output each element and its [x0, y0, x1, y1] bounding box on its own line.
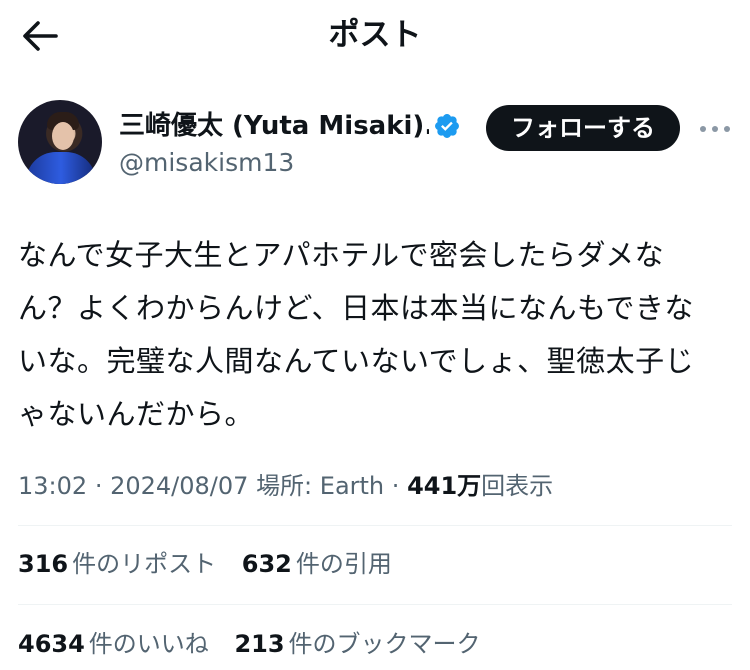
meta-separator: ·	[94, 472, 103, 500]
more-dot	[700, 126, 706, 132]
more-dot	[724, 126, 730, 132]
post-text: なんで女子大生とアパホテルで密会したらダメなん？よくわからんけど、日本は本当にな…	[18, 238, 695, 431]
divider	[18, 525, 732, 526]
likes-count: 4634	[18, 630, 85, 658]
reposts-link[interactable]: 316 件のリポスト	[18, 547, 216, 581]
top-bar: ポスト	[0, 0, 750, 70]
verified-badge-icon	[435, 114, 459, 138]
author-display-name[interactable]: 三崎優太 (Yuta Misaki)...	[119, 108, 429, 144]
bookmarks-label: 件のブックマーク	[288, 630, 481, 658]
post-location: 場所: Earth	[256, 472, 385, 500]
meta-separator: ·	[391, 472, 400, 500]
page-title: ポスト	[328, 17, 422, 53]
divider	[18, 604, 732, 605]
likes-label: 件のいいね	[88, 630, 209, 658]
views-count[interactable]: 441万	[407, 472, 481, 500]
stats-row-2: 4634 件のいいね 213 件のブックマーク	[18, 627, 499, 661]
post-meta: 13:02 · 2024/08/07 場所: Earth · 441万回表示	[18, 469, 553, 503]
follow-button[interactable]: フォローする	[486, 105, 680, 151]
reposts-count: 316	[18, 550, 69, 578]
author-row: 三崎優太 (Yuta Misaki)... @misakism13 フォローする	[18, 100, 732, 190]
quotes-label: 件の引用	[295, 550, 392, 578]
avatar[interactable]	[18, 100, 102, 184]
post-time[interactable]: 13:02	[18, 472, 87, 500]
bookmarks-count: 213	[234, 630, 285, 658]
avatar-jacket	[26, 152, 96, 184]
more-dot	[712, 126, 718, 132]
bookmarks-link[interactable]: 213 件のブックマーク	[234, 627, 480, 661]
stats-row-1: 316 件のリポスト 632 件の引用	[18, 547, 410, 581]
reposts-label: 件のリポスト	[72, 550, 217, 578]
likes-link[interactable]: 4634 件のいいね	[18, 627, 209, 661]
author-handle[interactable]: @misakism13	[119, 146, 294, 180]
post-date[interactable]: 2024/08/07	[110, 472, 248, 500]
avatar-face	[52, 122, 74, 150]
views-label: 回表示	[481, 472, 554, 500]
more-horizontal-icon[interactable]	[698, 114, 732, 142]
quotes-count: 632	[241, 550, 292, 578]
quotes-link[interactable]: 632 件の引用	[242, 547, 392, 581]
